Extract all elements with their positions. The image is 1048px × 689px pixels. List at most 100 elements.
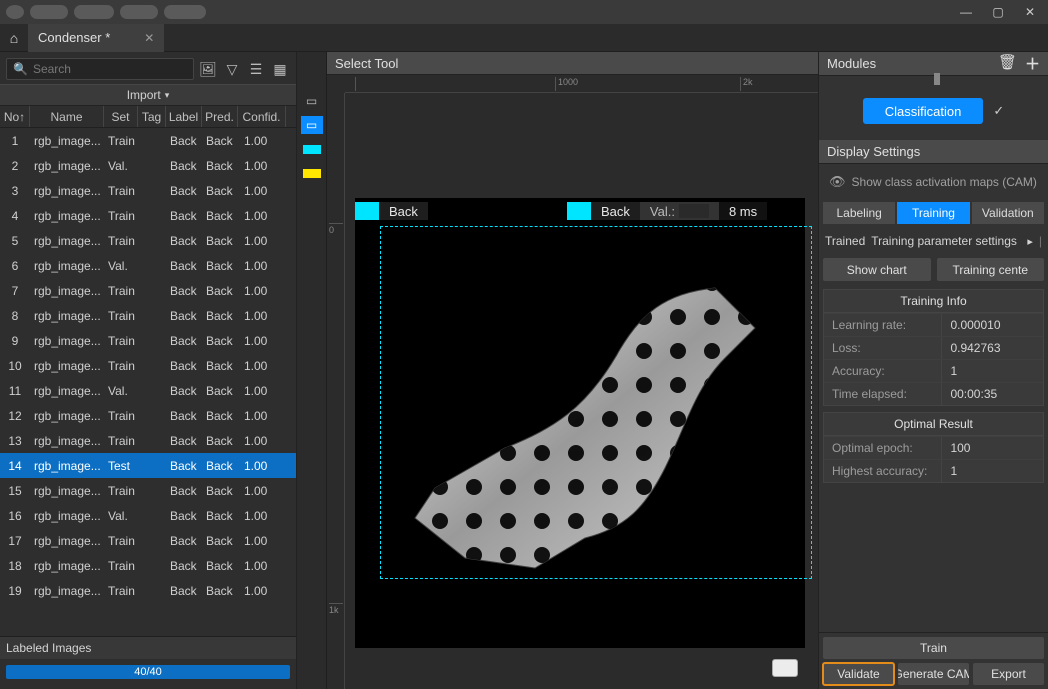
table-row[interactable]: 3rgb_image...TrainBackBack1.00 <box>0 178 296 203</box>
table-row[interactable]: 9rgb_image...TrainBackBack1.00 <box>0 328 296 353</box>
col-no[interactable]: No↑ <box>0 106 30 127</box>
list-icon[interactable]: ☰ <box>246 59 266 79</box>
cell-tag <box>138 278 166 303</box>
cell-name: rgb_image... <box>30 178 104 203</box>
table-row[interactable]: 2rgb_image...Val.BackBack1.00 <box>0 153 296 178</box>
select-tool[interactable]: ▭ <box>301 116 323 134</box>
cell-label: Back <box>166 178 202 203</box>
import-dropdown[interactable]: Import ▾ <box>0 84 296 106</box>
table-row[interactable]: 8rgb_image...TrainBackBack1.00 <box>0 303 296 328</box>
class-cyan-swatch[interactable] <box>301 140 323 158</box>
keyboard-icon[interactable] <box>772 659 798 677</box>
add-icon[interactable]: ＋ <box>1025 53 1040 74</box>
cell-name: rgb_image... <box>30 578 104 603</box>
tab-labeling[interactable]: Labeling <box>823 202 895 224</box>
col-label[interactable]: Label <box>166 106 202 127</box>
generate-cam-button[interactable]: Generate CAM <box>898 663 969 685</box>
ruler-vertical: 0 1k <box>327 93 345 689</box>
table-row[interactable]: 10rgb_image...TrainBackBack1.00 <box>0 353 296 378</box>
cell-no: 2 <box>0 153 30 178</box>
val-chip: Val.: <box>640 202 719 220</box>
search-input[interactable]: 🔍 Search <box>6 58 194 80</box>
cell-conf: 1.00 <box>238 303 286 328</box>
table-row[interactable]: 12rgb_image...TrainBackBack1.00 <box>0 403 296 428</box>
cell-no: 14 <box>0 453 30 478</box>
table-row[interactable]: 6rgb_image...Val.BackBack1.00 <box>0 253 296 278</box>
modules-panel: Modules 🗑 ＋ Classification ✓ Display Set… <box>818 52 1048 689</box>
cell-pred: Back <box>202 278 238 303</box>
col-pred[interactable]: Pred. <box>202 106 238 127</box>
cell-no: 3 <box>0 178 30 203</box>
filter-icon[interactable]: ▽ <box>222 59 242 79</box>
cell-set: Train <box>104 128 138 153</box>
table-row[interactable]: 5rgb_image...TrainBackBack1.00 <box>0 228 296 253</box>
grid-icon[interactable]: ▦ <box>270 59 290 79</box>
search-placeholder: Search <box>33 62 71 76</box>
cell-tag <box>138 328 166 353</box>
col-name[interactable]: Name <box>30 106 104 127</box>
cell-label: Back <box>166 153 202 178</box>
class-swatch <box>567 202 591 220</box>
cell-tag <box>138 453 166 478</box>
table-row[interactable]: 13rgb_image...TrainBackBack1.00 <box>0 428 296 453</box>
cell-pred: Back <box>202 328 238 353</box>
tab-strip: ⌂ Condenser * ✕ <box>0 24 1048 52</box>
maximize-button[interactable]: ▢ <box>984 2 1012 22</box>
cell-set: Train <box>104 278 138 303</box>
cell-no: 7 <box>0 278 30 303</box>
table-row[interactable]: 14rgb_image...TestBackBack1.00 <box>0 453 296 478</box>
table-row[interactable]: 19rgb_image...TrainBackBack1.00 <box>0 578 296 603</box>
image-icon[interactable]: 🖼 <box>198 59 218 79</box>
close-window-button[interactable]: ✕ <box>1016 2 1044 22</box>
module-slider[interactable] <box>819 76 1048 82</box>
tab-training[interactable]: Training <box>897 202 969 224</box>
cell-set: Val. <box>104 153 138 178</box>
training-center-button[interactable]: Training cente <box>937 258 1045 281</box>
viewport-panel: Select Tool 1000 2k 0 1k <box>327 52 818 689</box>
close-tab-button[interactable]: ✕ <box>144 31 154 45</box>
canvas-stage[interactable]: Back Back Val.: 8 ms <box>345 93 818 689</box>
cell-pred: Back <box>202 153 238 178</box>
table-row[interactable]: 11rgb_image...Val.BackBack1.00 <box>0 378 296 403</box>
cell-conf: 1.00 <box>238 178 286 203</box>
classification-module-button[interactable]: Classification <box>863 98 984 124</box>
cam-toggle[interactable]: 👁 Show class activation maps (CAM) <box>819 164 1048 202</box>
col-set[interactable]: Set <box>104 106 138 127</box>
minimize-button[interactable]: — <box>952 2 980 22</box>
cell-conf: 1.00 <box>238 453 286 478</box>
col-tag[interactable]: Tag <box>138 106 166 127</box>
cell-name: rgb_image... <box>30 378 104 403</box>
image-list-panel: 🔍 Search 🖼 ▽ ☰ ▦ Import ▾ No↑ Name Set T… <box>0 52 297 689</box>
table-row[interactable]: 4rgb_image...TrainBackBack1.00 <box>0 203 296 228</box>
class-yellow-swatch[interactable] <box>301 164 323 182</box>
cell-label: Back <box>166 553 202 578</box>
show-chart-button[interactable]: Show chart <box>823 258 931 281</box>
table-row[interactable]: 1rgb_image...TrainBackBack1.00 <box>0 128 296 153</box>
cell-label: Back <box>166 253 202 278</box>
trash-icon[interactable]: 🗑 <box>998 53 1017 74</box>
cell-label: Back <box>166 328 202 353</box>
titlebar-decor <box>6 5 206 19</box>
cell-pred: Back <box>202 528 238 553</box>
tab-validation[interactable]: Validation <box>972 202 1044 224</box>
table-row[interactable]: 17rgb_image...TrainBackBack1.00 <box>0 528 296 553</box>
project-tab[interactable]: Condenser * ✕ <box>28 24 164 52</box>
cell-conf: 1.00 <box>238 328 286 353</box>
cell-tag <box>138 403 166 428</box>
cell-label: Back <box>166 303 202 328</box>
train-button[interactable]: Train <box>823 637 1044 659</box>
export-button[interactable]: Export <box>973 663 1044 685</box>
validate-button[interactable]: Validate <box>823 663 894 685</box>
home-button[interactable]: ⌂ <box>0 24 28 52</box>
cell-no: 1 <box>0 128 30 153</box>
table-row[interactable]: 15rgb_image...TrainBackBack1.00 <box>0 478 296 503</box>
check-icon: ✓ <box>993 103 1004 119</box>
col-conf[interactable]: Confid. <box>238 106 286 127</box>
ruler-horizontal: 1000 2k <box>345 75 818 93</box>
training-param-settings[interactable]: Training parameter settings <box>871 234 1017 248</box>
marquee-tool[interactable]: ▭ <box>301 92 323 110</box>
table-row[interactable]: 16rgb_image...Val.BackBack1.00 <box>0 503 296 528</box>
cell-tag <box>138 378 166 403</box>
table-row[interactable]: 18rgb_image...TrainBackBack1.00 <box>0 553 296 578</box>
table-row[interactable]: 7rgb_image...TrainBackBack1.00 <box>0 278 296 303</box>
